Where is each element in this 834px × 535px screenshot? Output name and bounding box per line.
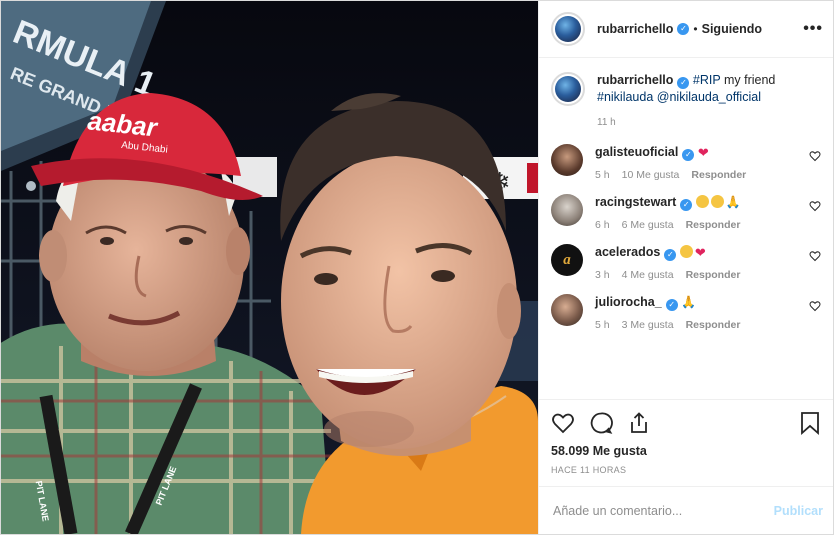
comment-likes[interactable]: 6 Me gusta <box>622 219 674 231</box>
heart-emoji-icon: ❤ <box>697 145 709 160</box>
caption-time: 11 h <box>597 117 616 128</box>
crying-emoji-icon <box>679 245 693 258</box>
share-icon[interactable] <box>627 411 651 435</box>
author-username[interactable]: rubarrichello <box>597 22 673 36</box>
post-sidebar: rubarrichello ✓ • Siguiendo ••• rubarric… <box>538 1 833 534</box>
post-actions: 58.099 Me gusta HACE 11 HORAS <box>539 399 833 475</box>
post-photo[interactable]: RMULA 1 RE GRAND P ❄ <box>1 1 538 534</box>
comment-icon[interactable] <box>589 411 613 435</box>
bookmark-icon[interactable] <box>799 411 821 435</box>
mention-link[interactable]: @nikilauda_official <box>657 90 761 104</box>
commenter-avatar[interactable]: a <box>551 244 583 276</box>
comment-like-heart-icon[interactable] <box>809 150 821 162</box>
add-comment-bar: Publicar <box>539 486 833 534</box>
hashtag-link[interactable]: #nikilauda <box>597 90 653 104</box>
comment-row: a acelerados ✓ ❤ 3 h 4 Me gusta Responder <box>551 244 821 281</box>
comment-likes[interactable]: 3 Me gusta <box>622 319 674 331</box>
smile-emoji-icon <box>710 195 724 208</box>
comment-row: galisteuoficial ✓ ❤ 5 h 10 Me gusta Respond… <box>551 144 821 181</box>
verified-icon: ✓ <box>664 249 677 261</box>
verified-icon: ✓ <box>665 299 678 311</box>
verified-icon: ✓ <box>682 149 695 161</box>
commenter-username[interactable]: juliorocha_ <box>595 295 662 309</box>
publish-button[interactable]: Publicar <box>774 504 823 518</box>
header-separator: • <box>693 22 698 36</box>
commenter-username[interactable]: racingstewart <box>595 195 676 209</box>
comment-time: 3 h <box>595 269 610 281</box>
post-timestamp: HACE 11 HORAS <box>551 465 627 475</box>
post-header: rubarrichello ✓ • Siguiendo ••• <box>539 1 833 58</box>
verified-icon: ✓ <box>680 199 693 211</box>
comment-time: 6 h <box>595 219 610 231</box>
commenter-username[interactable]: acelerados <box>595 245 660 259</box>
comments-list: rubarrichello ✓ #RIP my friend #nikilauda… <box>539 58 833 398</box>
reply-button[interactable]: Responder <box>686 219 741 231</box>
selfie-image: RMULA 1 RE GRAND P ❄ <box>1 1 538 534</box>
comment-like-heart-icon[interactable] <box>809 300 821 312</box>
comment-like-heart-icon[interactable] <box>809 200 821 212</box>
reply-button[interactable]: Responder <box>686 319 741 331</box>
commenter-avatar[interactable] <box>551 194 583 226</box>
author-avatar[interactable] <box>551 12 585 46</box>
comment-time: 5 h <box>595 319 610 331</box>
sad-emoji-icon <box>695 195 709 208</box>
comment-time: 5 h <box>595 169 610 181</box>
pray-emoji-icon: 🙏 <box>725 195 741 209</box>
caption-username[interactable]: rubarrichello <box>597 73 673 87</box>
hashtag-link[interactable]: #RIP <box>693 73 721 87</box>
heart-icon[interactable] <box>551 411 575 435</box>
pray-emoji-icon: 🙏 <box>681 295 697 309</box>
comment-input[interactable] <box>553 503 774 518</box>
likes-count[interactable]: 58.099 Me gusta <box>551 444 821 458</box>
comment-likes[interactable]: 4 Me gusta <box>622 269 674 281</box>
post-caption: rubarrichello ✓ #RIP my friend #nikilauda… <box>551 72 821 131</box>
instagram-post: RMULA 1 RE GRAND P ❄ <box>0 0 834 535</box>
reply-button[interactable]: Responder <box>686 269 741 281</box>
verified-icon: ✓ <box>677 23 690 35</box>
comment-row: racingstewart ✓ 🙏 6 h 6 Me gusta Responder <box>551 194 821 231</box>
comment-like-heart-icon[interactable] <box>809 250 821 262</box>
verified-icon: ✓ <box>677 77 690 89</box>
heart-emoji-icon: ❤ <box>694 245 706 260</box>
more-icon[interactable]: ••• <box>803 20 823 38</box>
commenter-avatar[interactable] <box>551 294 583 326</box>
caption-text: my friend <box>720 73 776 87</box>
reply-button[interactable]: Responder <box>691 169 746 181</box>
commenter-avatar[interactable] <box>551 144 583 176</box>
comment-likes[interactable]: 10 Me gusta <box>622 169 680 181</box>
comment-row: juliorocha_ ✓ 🙏 5 h 3 Me gusta Responder <box>551 294 821 331</box>
commenter-username[interactable]: galisteuoficial <box>595 145 678 159</box>
caption-avatar[interactable] <box>551 72 585 106</box>
follow-status-button[interactable]: Siguiendo <box>702 22 762 36</box>
